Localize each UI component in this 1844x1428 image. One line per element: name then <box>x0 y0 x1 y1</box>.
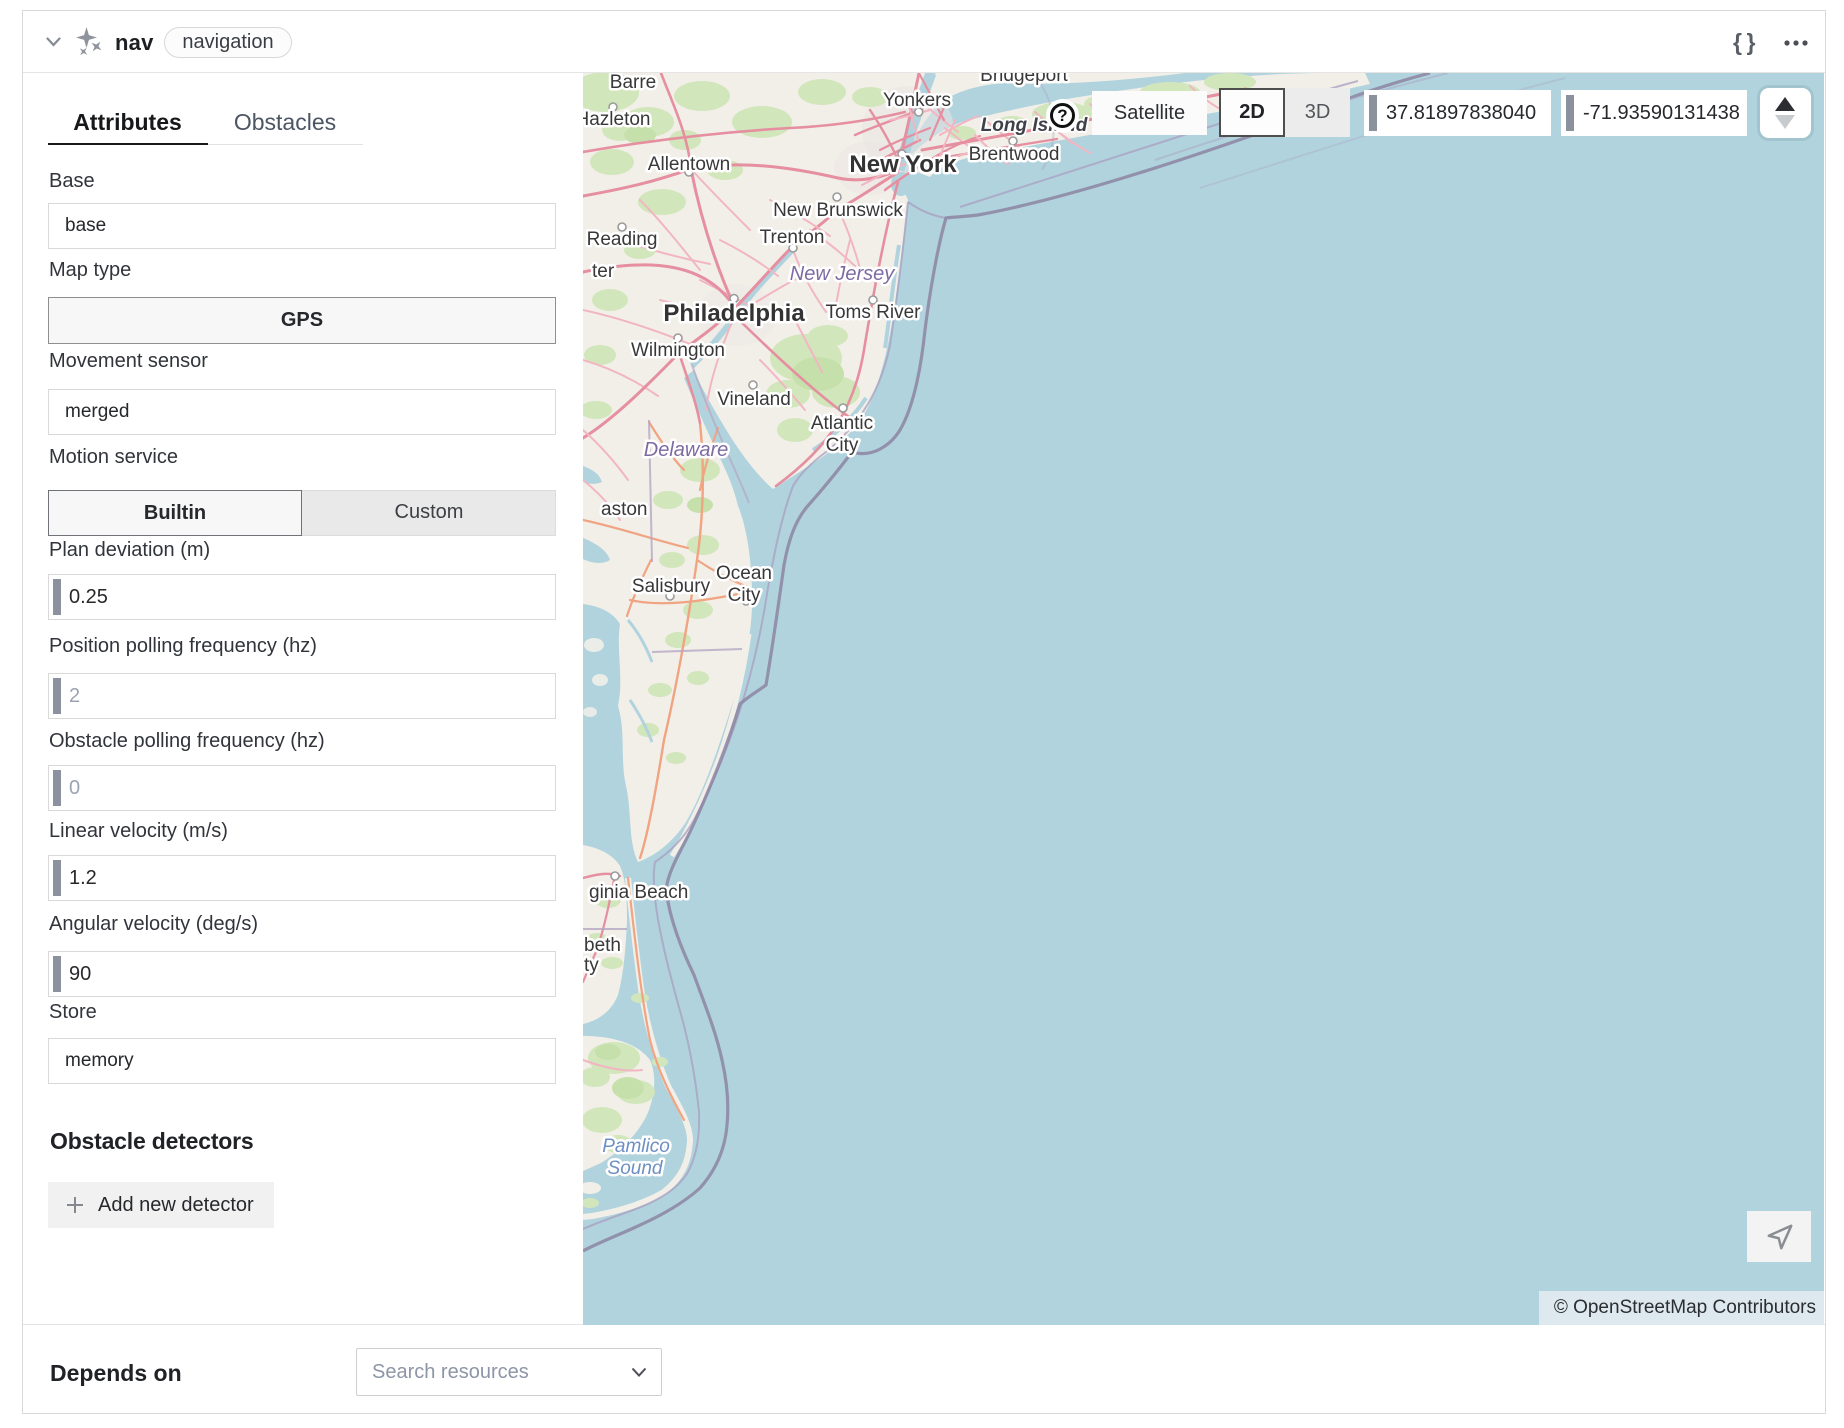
svg-text:Allentown: Allentown <box>648 154 730 175</box>
svg-text:Ocean: Ocean <box>716 563 772 584</box>
svg-text:City: City <box>728 585 761 606</box>
svg-text:Delaware: Delaware <box>644 439 728 461</box>
svg-text:Brentwood: Brentwood <box>969 144 1060 165</box>
svg-text:Bridgeport: Bridgeport <box>980 73 1068 86</box>
svg-text:Philadelphia: Philadelphia <box>663 300 805 327</box>
svg-text:Atlantic: Atlantic <box>811 413 873 434</box>
svg-text:ginia Beach: ginia Beach <box>589 882 688 903</box>
svg-text:Reading: Reading <box>587 229 658 250</box>
svg-text:Salisbury: Salisbury <box>632 576 711 597</box>
svg-text:New Brunswick: New Brunswick <box>773 200 903 221</box>
svg-text:Wilmington: Wilmington <box>631 340 725 361</box>
svg-text:New Jersey: New Jersey <box>790 263 895 285</box>
svg-text:New York: New York <box>849 151 957 178</box>
svg-text:Vineland: Vineland <box>717 389 791 410</box>
svg-text:beth: beth <box>584 935 621 956</box>
svg-text:ty: ty <box>584 955 599 976</box>
svg-text:Barre: Barre <box>610 73 656 93</box>
svg-text:aston: aston <box>601 499 647 520</box>
svg-text:Toms River: Toms River <box>825 302 921 323</box>
svg-text:Sound: Sound <box>608 1158 664 1179</box>
svg-text:ter: ter <box>592 261 615 282</box>
svg-text:Hazleton: Hazleton <box>583 109 651 130</box>
svg-text:Pamlico: Pamlico <box>602 1136 670 1157</box>
svg-text:Trenton: Trenton <box>760 227 825 248</box>
svg-text:City: City <box>826 435 859 456</box>
svg-text:Yonkers: Yonkers <box>883 90 951 111</box>
